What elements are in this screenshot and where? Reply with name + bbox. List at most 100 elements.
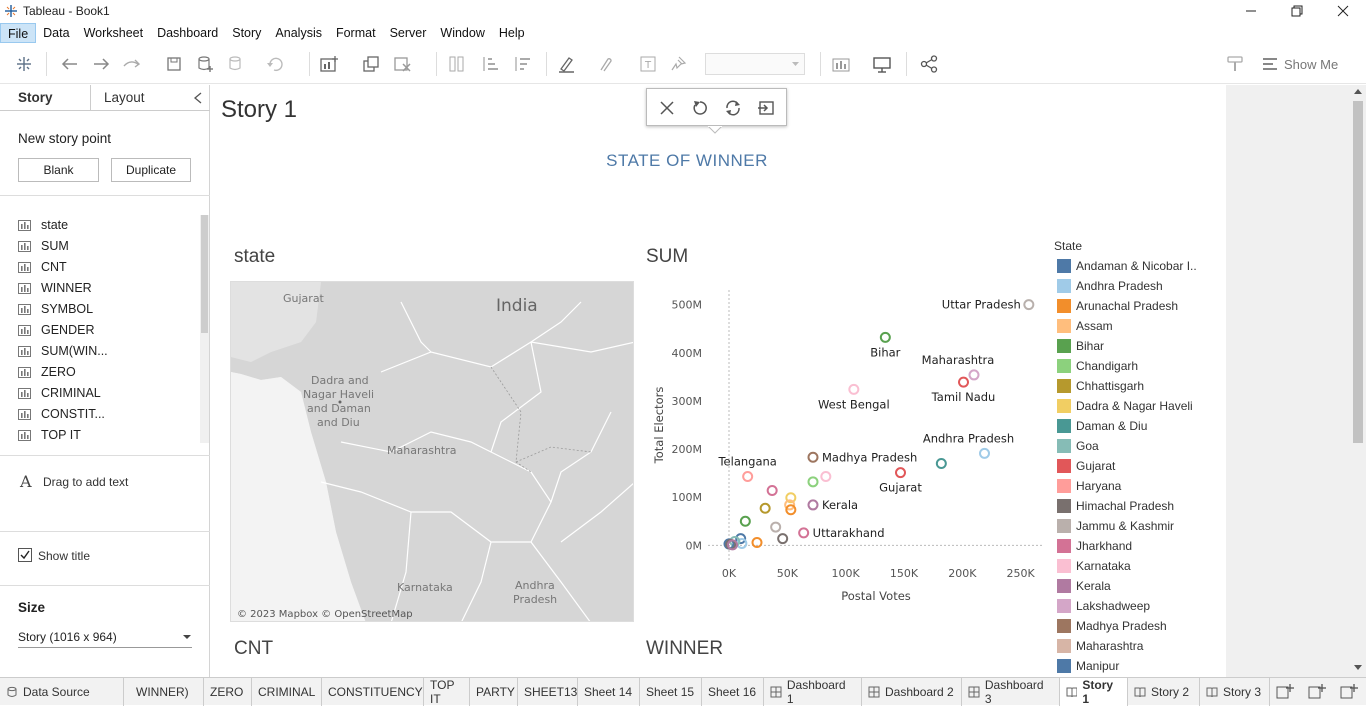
undo-icon[interactable] (60, 54, 80, 74)
scatter-point[interactable] (777, 533, 789, 545)
pause-updates-icon[interactable] (227, 54, 247, 74)
sheet-list-item[interactable]: TOP IT (18, 425, 81, 445)
sheet-list-item[interactable]: SUM(WIN... (18, 341, 108, 361)
sheet-list-item[interactable]: state (18, 215, 68, 235)
tab-sheet[interactable]: PARTY (470, 678, 518, 706)
show-cards-icon[interactable] (832, 54, 852, 74)
tab-sheet[interactable]: Sheet 15 (640, 678, 702, 706)
scatter-point[interactable] (895, 467, 906, 479)
tab-sheet[interactable]: CONSTITUENCY (322, 678, 424, 706)
update-icon[interactable] (724, 99, 742, 117)
menu-server[interactable]: Server (383, 23, 434, 43)
tableau-home-icon[interactable] (14, 54, 34, 74)
redo-icon[interactable] (91, 54, 111, 74)
legend-item[interactable]: Chandigarh (1057, 356, 1138, 376)
tab-dashboard[interactable]: Dashboard 2 (862, 678, 962, 706)
menu-format[interactable]: Format (329, 23, 383, 43)
vertical-scrollbar[interactable] (1350, 85, 1366, 677)
show-labels-icon[interactable]: T (638, 54, 658, 74)
blank-button[interactable]: Blank (18, 158, 99, 182)
legend-item[interactable]: Andhra Pradesh (1057, 276, 1163, 296)
tab-datasource[interactable]: Data Source (0, 678, 124, 706)
new-worksheet-icon[interactable] (320, 54, 340, 74)
legend-item[interactable]: Daman & Diu (1057, 416, 1147, 436)
legend-item[interactable]: Himachal Pradesh (1057, 496, 1174, 516)
scatter-point[interactable] (739, 515, 751, 527)
save-icon[interactable] (164, 54, 184, 74)
tab-sheet[interactable]: CRIMINAL (252, 678, 322, 706)
share-icon[interactable] (919, 54, 939, 74)
size-select[interactable]: Story (1016 x 964) (18, 628, 192, 648)
legend-item[interactable]: Chhattisgarh (1057, 376, 1144, 396)
scatter-point[interactable] (742, 471, 754, 483)
new-dashboard-tab-icon[interactable] (1340, 684, 1358, 700)
tab-story[interactable]: Story 3 (1200, 678, 1270, 706)
sort-descending-icon[interactable] (512, 54, 532, 74)
scatter-point[interactable] (879, 331, 891, 343)
sheet-list-item[interactable]: WINNER (18, 278, 92, 298)
sheet-list-item[interactable]: CRIMINAL (18, 383, 101, 403)
sheet-list-item[interactable]: ZERO (18, 362, 76, 382)
scatter-point[interactable] (807, 476, 819, 488)
legend-item[interactable]: Maharashtra (1057, 636, 1143, 656)
scatter-point[interactable] (798, 527, 810, 539)
tab-sheet[interactable]: WINNER) (130, 678, 204, 706)
fit-dropdown[interactable] (705, 53, 805, 75)
menu-file[interactable]: File (0, 23, 37, 43)
sheet-list-item[interactable]: SUM (18, 236, 69, 256)
show-me-button[interactable]: Show Me (1262, 54, 1338, 74)
minimize-button[interactable] (1228, 0, 1274, 22)
menu-story[interactable]: Story (225, 23, 268, 43)
scatter-point[interactable] (968, 369, 980, 381)
scatter-point[interactable] (935, 458, 947, 470)
collapse-panel-icon[interactable] (193, 92, 203, 104)
scroll-up-icon[interactable] (1354, 89, 1362, 95)
legend-item[interactable]: Haryana (1057, 476, 1121, 496)
scatter-point[interactable] (770, 521, 782, 533)
highlight-icon[interactable] (558, 54, 578, 74)
tab-sheet[interactable]: Sheet 16 (702, 678, 764, 706)
menu-help[interactable]: Help (492, 23, 532, 43)
menu-worksheet[interactable]: Worksheet (77, 23, 151, 43)
scatter-point[interactable] (958, 376, 969, 388)
sheet-list-scrollbar[interactable] (200, 215, 209, 443)
drag-to-add-text[interactable]: Drag to add text (43, 475, 128, 489)
legend-item[interactable]: Dadra & Nagar Haveli (1057, 396, 1193, 416)
new-data-source-icon[interactable] (195, 54, 215, 74)
legend-item[interactable]: Kerala (1057, 576, 1111, 596)
format-painter-icon[interactable] (1225, 54, 1245, 74)
duplicate-sheet-icon[interactable] (361, 54, 381, 74)
sort-ascending-icon[interactable] (480, 54, 500, 74)
legend-item[interactable]: Manipur (1057, 656, 1119, 676)
scatter-point[interactable] (1023, 299, 1035, 311)
group-members-icon[interactable] (596, 54, 616, 74)
show-title-checkbox[interactable] (18, 548, 32, 562)
scatter-point[interactable] (759, 502, 771, 514)
legend-item[interactable]: Jharkhand (1057, 536, 1132, 556)
scatter-point[interactable] (766, 484, 778, 496)
scatter-chart[interactable]: 0K 50K 100K 150K 200K 250K 0M 100M 200M 300M 400M 5… (646, 275, 1050, 620)
legend-item[interactable]: Andaman & Nicobar I.. (1057, 256, 1197, 276)
legend-item[interactable]: Karnataka (1057, 556, 1131, 576)
restore-button[interactable] (1274, 0, 1320, 22)
duplicate-button[interactable]: Duplicate (111, 158, 191, 182)
clear-sheet-icon[interactable] (394, 54, 414, 74)
legend-item[interactable]: Arunachal Pradesh (1057, 296, 1178, 316)
legend-item[interactable]: Goa (1057, 436, 1099, 456)
swap-rows-columns-icon[interactable] (447, 54, 467, 74)
new-data-source-tab-icon[interactable] (1276, 684, 1294, 700)
revert-icon[interactable] (691, 99, 709, 117)
scroll-thumb[interactable] (1353, 101, 1363, 443)
legend-item[interactable]: Assam (1057, 316, 1113, 336)
tab-dashboard[interactable]: Dashboard 3 (962, 678, 1060, 706)
tab-story[interactable]: Story 1 (1060, 678, 1128, 706)
sheet-list-item[interactable]: CONSTIT... (18, 404, 105, 424)
tab-sheet[interactable]: SHEET13 (518, 678, 578, 706)
new-worksheet-tab-icon[interactable] (1308, 684, 1326, 700)
scatter-point[interactable] (820, 471, 832, 483)
tab-sheet[interactable]: Sheet 14 (578, 678, 640, 706)
presentation-mode-icon[interactable] (872, 54, 892, 74)
save-as-new-icon[interactable] (757, 99, 775, 117)
scroll-down-icon[interactable] (1354, 665, 1362, 671)
menu-data[interactable]: Data (36, 23, 76, 43)
